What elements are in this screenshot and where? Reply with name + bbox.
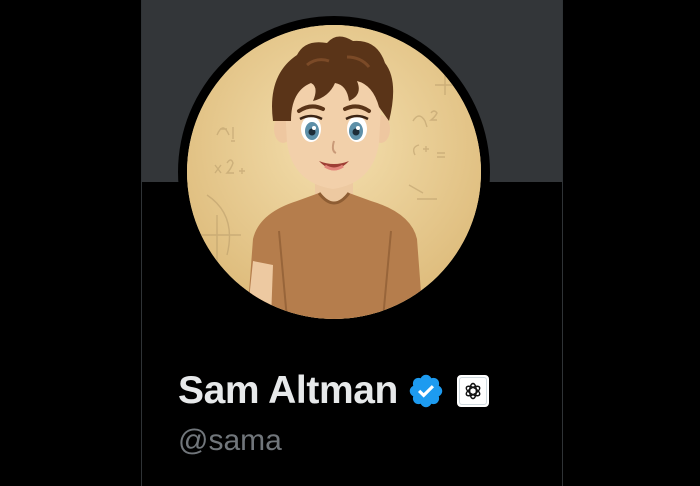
avatar[interactable] [187,25,481,319]
avatar-illustration [187,25,481,319]
affiliation-badge-frame [458,377,487,405]
profile-page: Sam Altman @sama [0,0,700,486]
verified-badge-icon[interactable] [407,372,445,410]
affiliation-badge[interactable] [456,375,489,407]
name-row: Sam Altman [178,366,489,416]
display-name: Sam Altman [178,369,398,412]
username-handle: @sama [178,424,282,457]
profile-column: Sam Altman @sama [141,0,563,486]
openai-logo-icon [465,382,481,400]
avatar-border [178,16,490,328]
